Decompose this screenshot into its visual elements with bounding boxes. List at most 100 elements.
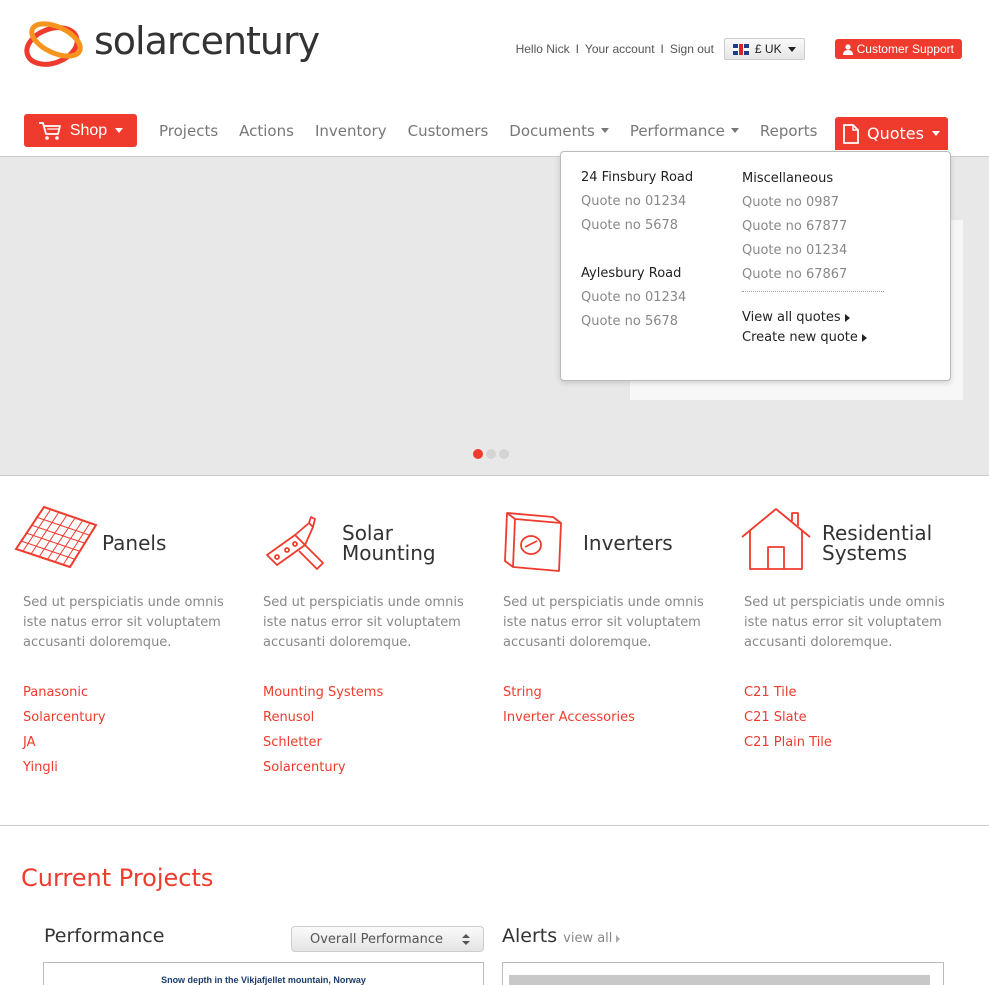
category-link[interactable]: Solarcentury: [23, 710, 106, 725]
nav-label: Reports: [759, 121, 818, 140]
carousel-dot-3[interactable]: [499, 449, 509, 459]
nav-label: Inventory: [314, 121, 387, 140]
alert-row[interactable]: [509, 975, 930, 985]
cart-icon: [38, 121, 61, 140]
support-label: Customer Support: [856, 42, 954, 56]
alerts-panel: [502, 962, 944, 985]
category-link[interactable]: C21 Plain Tile: [744, 735, 832, 750]
house-icon[interactable]: [740, 507, 812, 571]
quote-group-title[interactable]: Aylesbury Road: [581, 266, 693, 281]
nav-item-customers[interactable]: Customers: [408, 122, 489, 140]
alerts-header: Alerts view all: [502, 925, 621, 947]
currency-label: £ UK: [754, 42, 782, 56]
category-links: C21 Tile C21 Slate C21 Plain Tile: [744, 685, 832, 760]
create-new-quote-link[interactable]: Create new quote: [742, 330, 884, 345]
category-link[interactable]: JA: [23, 735, 106, 750]
quote-item[interactable]: Quote no 01234: [742, 243, 884, 258]
select-value: Overall Performance: [310, 931, 443, 947]
category-link[interactable]: Mounting Systems: [263, 685, 383, 700]
carousel-dot-1[interactable]: [473, 449, 483, 459]
customer-support-button[interactable]: Customer Support: [834, 39, 962, 59]
chevron-down-icon: [931, 131, 940, 136]
chevron-down-icon: [115, 128, 124, 133]
category-description: Sed ut perspiciatis unde omnis iste natu…: [744, 595, 945, 650]
section-divider: [0, 825, 989, 826]
shop-label: Shop: [69, 121, 108, 139]
quote-item[interactable]: Quote no 5678: [581, 314, 693, 329]
category-title[interactable]: Inverters: [583, 533, 673, 553]
quote-item[interactable]: Quote no 5678: [581, 218, 693, 233]
quote-item[interactable]: Quote no 01234: [581, 290, 693, 305]
category-link[interactable]: String: [503, 685, 635, 700]
nav-label: Documents: [509, 121, 595, 140]
brand-logo[interactable]: solarcentury: [22, 18, 320, 68]
nav-item-projects[interactable]: Projects: [159, 122, 218, 140]
performance-chart: Snow depth in the Vikjafjellet mountain,…: [43, 962, 484, 985]
user-bar: Hello Nick I Your account I Sign out £ U…: [516, 38, 962, 60]
arrow-right-icon: [861, 333, 867, 342]
uk-flag-icon: [732, 43, 749, 55]
sign-out-link[interactable]: Sign out: [670, 42, 714, 56]
nav-label: Projects: [159, 121, 219, 140]
chevron-down-icon: [787, 46, 796, 52]
category-description: Sed ut perspiciatis unde omnis iste natu…: [23, 595, 224, 650]
category-description: Sed ut perspiciatis unde omnis iste natu…: [503, 595, 704, 650]
category-link[interactable]: Solarcentury: [263, 760, 383, 775]
carousel-dots: [473, 449, 509, 459]
shop-button[interactable]: Shop: [24, 114, 137, 147]
nav-item-actions[interactable]: Actions: [239, 122, 294, 140]
category-links: Panasonic Solarcentury JA Yingli: [23, 685, 106, 785]
quote-item[interactable]: Quote no 0987: [742, 195, 884, 210]
nav-items: Projects Actions Inventory Customers Doc…: [159, 122, 838, 140]
category-link[interactable]: Yingli: [23, 760, 106, 775]
alerts-title: Alerts: [502, 925, 558, 947]
quote-item[interactable]: Quote no 01234: [581, 194, 693, 209]
nav-item-documents[interactable]: Documents: [509, 122, 609, 140]
category-link[interactable]: C21 Tile: [744, 685, 832, 700]
greeting: Hello Nick: [515, 42, 570, 56]
solar-panel-icon[interactable]: [14, 505, 98, 569]
your-account-link[interactable]: Your account: [585, 42, 655, 56]
category-title-line2[interactable]: Mounting: [342, 543, 436, 563]
nav-item-inventory[interactable]: Inventory: [315, 122, 387, 140]
link-label: view all: [563, 931, 613, 946]
mounting-icon[interactable]: [265, 515, 329, 571]
category-link[interactable]: Schletter: [263, 735, 383, 750]
user-icon: [842, 43, 853, 55]
quote-group-title[interactable]: 24 Finsbury Road: [581, 170, 693, 185]
category-link[interactable]: Renusol: [263, 710, 383, 725]
category-description: Sed ut perspiciatis unde omnis iste natu…: [263, 595, 464, 650]
nav-item-performance[interactable]: Performance: [630, 122, 739, 140]
category-link[interactable]: Panasonic: [23, 685, 106, 700]
brand-name: solarcentury: [94, 19, 320, 63]
category-link[interactable]: C21 Slate: [744, 710, 832, 725]
currency-selector[interactable]: £ UK: [723, 38, 805, 60]
category-title-line2[interactable]: Systems: [822, 543, 907, 563]
category-links: Mounting Systems Renusol Schletter Solar…: [263, 685, 383, 785]
category-title-line1[interactable]: Residential: [822, 523, 932, 543]
nav-label: Performance: [629, 121, 725, 140]
carousel-dot-2[interactable]: [486, 449, 496, 459]
document-icon: [843, 123, 859, 144]
main-nav: Shop Projects Actions Inventory Customer…: [24, 114, 989, 150]
quote-item[interactable]: Quote no 67867: [742, 267, 884, 282]
quotes-button[interactable]: Quotes: [835, 117, 948, 150]
chart-title: Snow depth in the Vikjafjellet mountain,…: [161, 975, 366, 985]
nav-item-reports[interactable]: Reports: [760, 122, 818, 140]
solarcentury-logo-icon: [24, 21, 83, 67]
nav-label: Actions: [239, 121, 294, 140]
quote-group-title[interactable]: Miscellaneous: [742, 171, 884, 186]
category-link[interactable]: Inverter Accessories: [503, 710, 635, 725]
link-label: View all quotes: [742, 310, 841, 325]
inverter-icon[interactable]: [503, 511, 565, 573]
quotes-label: Quotes: [867, 124, 924, 143]
category-links: String Inverter Accessories: [503, 685, 635, 735]
divider: [742, 291, 884, 292]
alerts-view-all-link[interactable]: view all: [563, 931, 621, 946]
category-title-line1[interactable]: Solar: [342, 523, 393, 543]
quotes-dropdown: 24 Finsbury Road Quote no 01234 Quote no…: [560, 151, 951, 381]
quote-item[interactable]: Quote no 67877: [742, 219, 884, 234]
view-all-quotes-link[interactable]: View all quotes: [742, 310, 884, 325]
performance-select[interactable]: Overall Performance: [291, 926, 484, 952]
category-title[interactable]: Panels: [102, 533, 166, 553]
